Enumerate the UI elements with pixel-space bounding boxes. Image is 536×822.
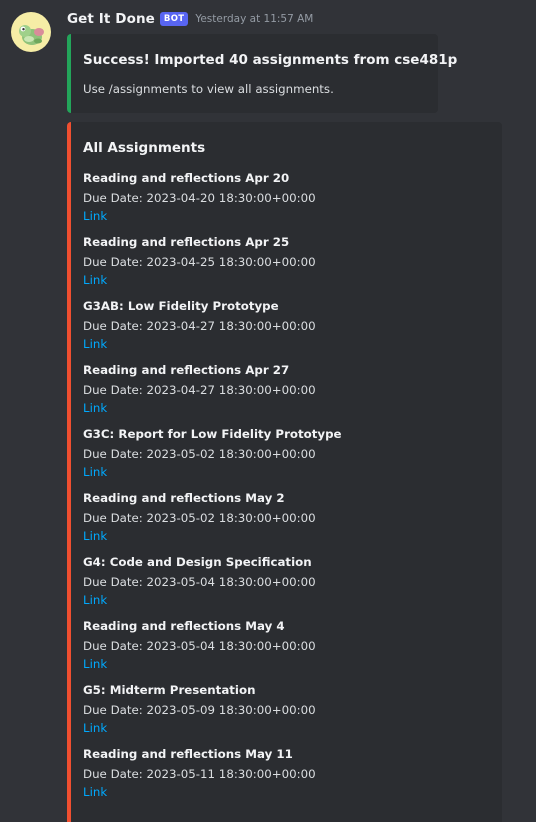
assignment-item: Reading and reflections May 11 Due Date:… xyxy=(83,746,342,810)
due-date-prefix: Due Date: xyxy=(83,703,147,717)
assignment-due-date: Due Date: 2023-05-04 18:30:00+00:00 xyxy=(83,638,342,654)
due-date-prefix: Due Date: xyxy=(83,191,147,205)
due-date-value: 2023-04-20 18:30:00+00:00 xyxy=(146,191,316,205)
assignment-item: G5: Midterm Presentation Due Date: 2023-… xyxy=(83,682,342,746)
assignment-item: Reading and reflections Apr 25 Due Date:… xyxy=(83,234,342,298)
due-date-value: 2023-04-25 18:30:00+00:00 xyxy=(146,255,316,269)
assignment-title: Reading and reflections Apr 25 xyxy=(83,235,290,249)
assignment-link[interactable]: Link xyxy=(83,336,342,352)
assignment-item: G4: Code and Design Specification Due Da… xyxy=(83,554,342,618)
assignment-due-date: Due Date: 2023-05-02 18:30:00+00:00 xyxy=(83,510,342,526)
assignment-title: Reading and reflections Apr 20 xyxy=(83,171,290,185)
due-date-prefix: Due Date: xyxy=(83,319,147,333)
success-embed-description: Use /assignments to view all assignments… xyxy=(83,82,334,96)
bot-username[interactable]: Get It Done xyxy=(67,11,155,27)
assignment-due-date: Due Date: 2023-05-09 18:30:00+00:00 xyxy=(83,702,342,718)
due-date-value: 2023-04-27 18:30:00+00:00 xyxy=(146,319,316,333)
success-embed-title: Success! Imported 40 assignments from cs… xyxy=(83,52,458,68)
assignment-title: Reading and reflections May 4 xyxy=(83,619,285,633)
due-date-prefix: Due Date: xyxy=(83,447,147,461)
due-date-prefix: Due Date: xyxy=(83,767,147,781)
assignments-embed-title: All Assignments xyxy=(83,140,206,156)
assignment-title: G5: Midterm Presentation xyxy=(83,683,256,697)
assignment-due-date: Due Date: 2023-04-27 18:30:00+00:00 xyxy=(83,318,342,334)
due-date-value: 2023-05-09 18:30:00+00:00 xyxy=(146,703,316,717)
assignment-item: Reading and reflections Apr 20 Due Date:… xyxy=(83,170,342,234)
assignment-title: Reading and reflections May 2 xyxy=(83,491,285,505)
assignment-title: Reading and reflections May 11 xyxy=(83,747,293,761)
due-date-value: 2023-05-02 18:30:00+00:00 xyxy=(146,447,316,461)
due-date-value: 2023-04-27 18:30:00+00:00 xyxy=(146,383,316,397)
assignment-link[interactable]: Link xyxy=(83,272,342,288)
assignment-link[interactable]: Link xyxy=(83,720,342,736)
assignment-due-date: Due Date: 2023-04-27 18:30:00+00:00 xyxy=(83,382,342,398)
due-date-prefix: Due Date: xyxy=(83,255,147,269)
due-date-value: 2023-05-04 18:30:00+00:00 xyxy=(146,639,316,653)
assignment-item: G3C: Report for Low Fidelity Prototype D… xyxy=(83,426,342,490)
bot-avatar[interactable] xyxy=(11,12,51,52)
due-date-value: 2023-05-02 18:30:00+00:00 xyxy=(146,511,316,525)
due-date-value: 2023-05-04 18:30:00+00:00 xyxy=(146,575,316,589)
assignment-due-date: Due Date: 2023-04-25 18:30:00+00:00 xyxy=(83,254,342,270)
assignment-link[interactable]: Link xyxy=(83,400,342,416)
assignment-link[interactable]: Link xyxy=(83,656,342,672)
assignment-item: Reading and reflections Apr 27 Due Date:… xyxy=(83,362,342,426)
assignments-list: Reading and reflections Apr 20 Due Date:… xyxy=(83,170,342,810)
due-date-value: 2023-05-11 18:30:00+00:00 xyxy=(146,767,316,781)
due-date-prefix: Due Date: xyxy=(83,639,147,653)
assignment-link[interactable]: Link xyxy=(83,208,342,224)
assignment-title: G4: Code and Design Specification xyxy=(83,555,312,569)
assignment-item: Reading and reflections May 2 Due Date: … xyxy=(83,490,342,554)
assignment-link[interactable]: Link xyxy=(83,528,342,544)
frog-icon xyxy=(19,25,44,45)
assignment-title: G3AB: Low Fidelity Prototype xyxy=(83,299,279,313)
assignment-title: Reading and reflections Apr 27 xyxy=(83,363,290,377)
assignment-due-date: Due Date: 2023-05-02 18:30:00+00:00 xyxy=(83,446,342,462)
assignment-link[interactable]: Link xyxy=(83,464,342,480)
due-date-prefix: Due Date: xyxy=(83,383,147,397)
assignment-item: G3AB: Low Fidelity Prototype Due Date: 2… xyxy=(83,298,342,362)
assignment-title: G3C: Report for Low Fidelity Prototype xyxy=(83,427,342,441)
assignment-due-date: Due Date: 2023-05-04 18:30:00+00:00 xyxy=(83,574,342,590)
assignment-item: Reading and reflections May 4 Due Date: … xyxy=(83,618,342,682)
due-date-prefix: Due Date: xyxy=(83,511,147,525)
assignment-link[interactable]: Link xyxy=(83,784,342,800)
bot-badge: BOT xyxy=(159,12,189,26)
message-timestamp: Yesterday at 11:57 AM xyxy=(195,13,314,25)
due-date-prefix: Due Date: xyxy=(83,575,147,589)
message-header: Get It Done BOT Yesterday at 11:57 AM xyxy=(67,11,313,27)
assignment-link[interactable]: Link xyxy=(83,592,342,608)
success-embed: Success! Imported 40 assignments from cs… xyxy=(67,34,457,113)
assignments-embed: All Assignments Reading and reflections … xyxy=(67,122,502,822)
assignment-due-date: Due Date: 2023-05-11 18:30:00+00:00 xyxy=(83,766,342,782)
assignment-due-date: Due Date: 2023-04-20 18:30:00+00:00 xyxy=(83,190,342,206)
